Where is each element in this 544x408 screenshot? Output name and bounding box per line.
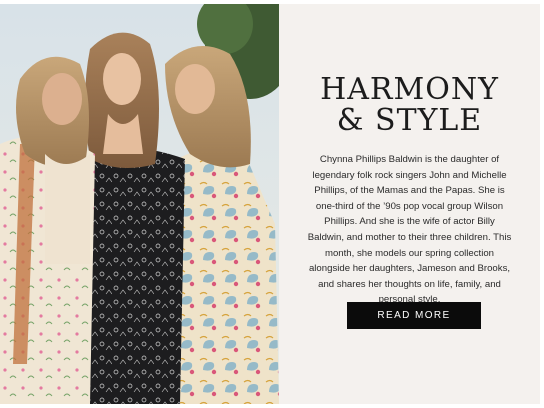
headline-line-2: & STYLE — [336, 103, 483, 138]
story-body-text: Chynna Phillips Baldwin is the daughter … — [307, 154, 512, 306]
family-portrait-image — [0, 4, 279, 404]
feature-banner: HARMONY & STYLE Chynna Phillips Baldwin … — [0, 0, 544, 408]
story-panel: HARMONY & STYLE Chynna Phillips Baldwin … — [279, 4, 540, 404]
headline: HARMONY & STYLE — [279, 74, 540, 136]
read-more-button[interactable]: READ MORE — [347, 302, 481, 329]
hero-photo[interactable] — [0, 4, 279, 404]
headline-line-1: HARMONY — [320, 72, 499, 107]
